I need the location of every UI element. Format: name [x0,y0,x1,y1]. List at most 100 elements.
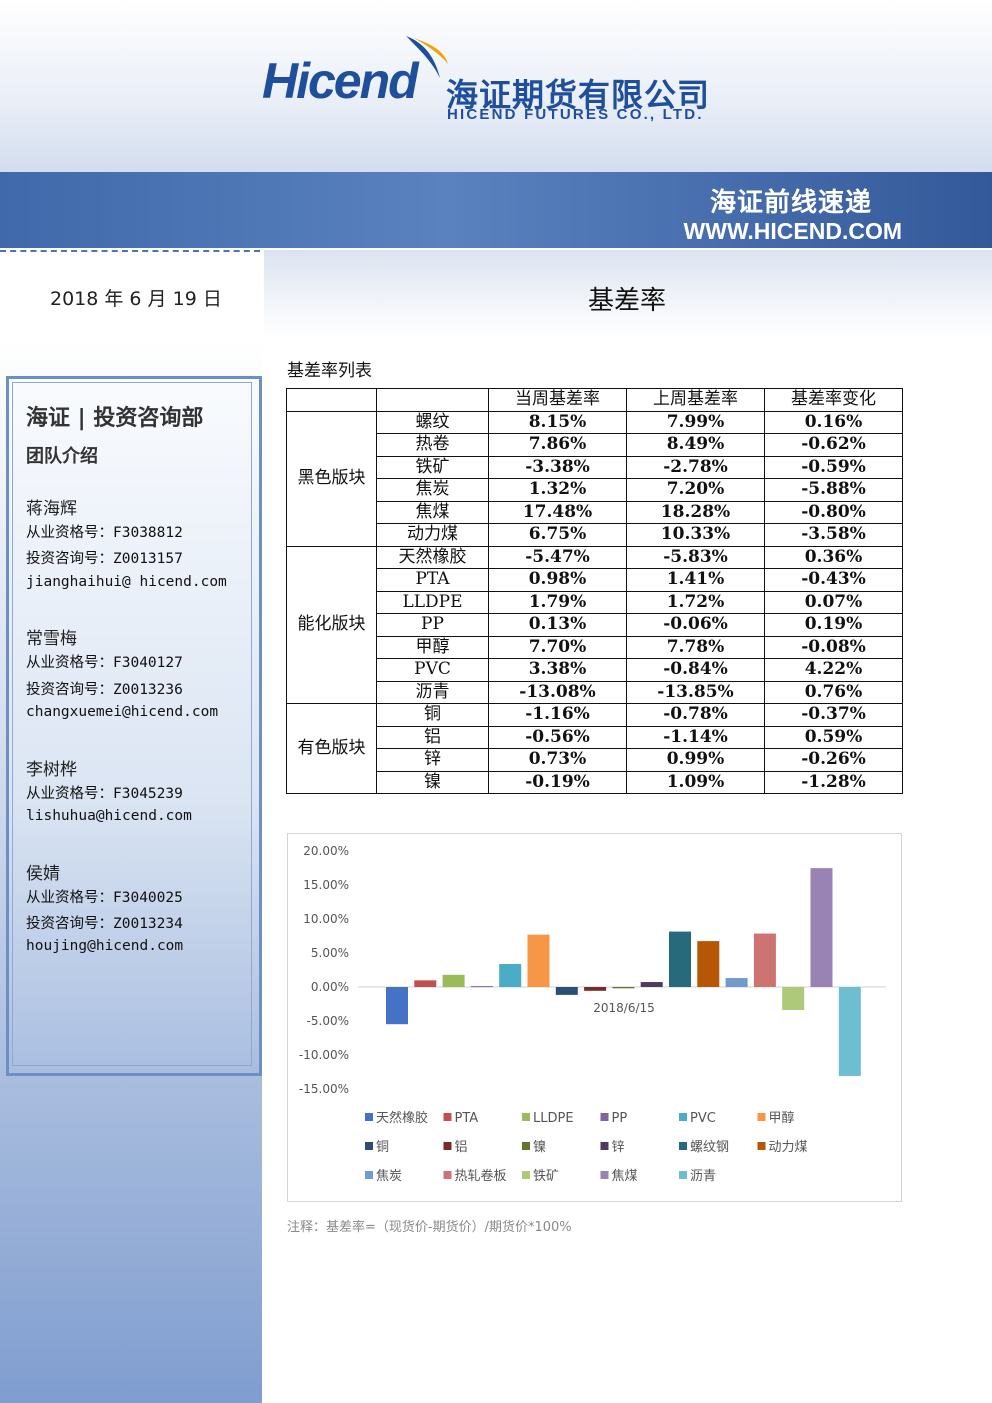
legend-swatch [679,1142,687,1150]
bar-螺纹钢 [669,931,691,987]
value-cell-prev: -2.78% [626,455,765,479]
legend-swatch [522,1142,530,1150]
footnote: 注释：基差率=（现货价-期货价）/期货价*100% [287,1220,572,1235]
table-row: LLDPE 1.79% 1.72% 0.07% [287,590,903,614]
table-row: PTA 0.98% 1.41% -0.43% [287,568,903,592]
table-row: 黑色版块 螺纹 8.15% 7.99% 0.16% [286,410,903,547]
legend-label: 锌 [612,1140,625,1155]
bar-焦炭 [725,978,748,987]
value-cell-prev: 7.78% [626,635,765,659]
value-cell-prev: -0.84% [626,658,765,682]
bar-天然橡胶 [386,987,408,1025]
product-cell: 沥青 [376,680,489,704]
member-cert: 从业资格号：F3040127 [26,655,183,671]
product-cell: PTA [376,568,489,592]
product-cell: 焦煤 [376,500,489,524]
product-cell: 热卷 [376,433,489,457]
table-heading: 基差率列表 [287,361,372,381]
banner-url[interactable]: WWW.HICEND.COM [684,218,902,245]
member-advisory: 投资咨询号：Z0013157 [26,551,183,567]
table-row: 铝 -0.56% -1.14% 0.59% [287,725,903,749]
value-cell-chg: 0.19% [764,613,903,637]
product-cell: 甲醇 [376,635,489,659]
table-row: 能化版块 天然橡胶 -5.47% -5.83% 0.36% [286,545,903,704]
report-date: 2018 年 6 月 19 日 [50,288,222,310]
member-advisory: 投资咨询号：Z0013234 [26,916,183,932]
legend-swatch [679,1171,687,1179]
value-cell-cur: -3.38% [488,455,627,479]
value-cell-chg: 0.76% [764,680,903,704]
bar-铁矿 [782,987,805,1010]
member-name: 李树桦 [26,760,77,780]
value-cell-prev: 7.20% [626,478,765,502]
chart-container: 20.00% 15.00% 10.00% 5.00% 0.00% -5.00% -10.00… [287,833,902,1202]
legend-swatch [443,1142,452,1150]
legend-swatch [443,1171,452,1179]
team-panel-inner-border [12,382,252,1066]
value-cell-chg: -5.88% [764,478,903,502]
legend-swatch [757,1113,766,1121]
value-cell-prev: 0.99% [626,748,765,772]
member-email[interactable]: houjing@hicend.com [26,938,183,954]
department-name: 海证 | 投资咨询部 [26,406,204,431]
value-cell-cur: -5.47% [488,545,627,569]
value-cell-cur: 0.13% [488,613,627,637]
product-cell: 螺纹 [376,410,489,434]
value-cell-chg: -0.62% [764,433,903,457]
member-name: 常雪梅 [26,629,77,649]
member-email[interactable]: jianghaihui@ hicend.com [26,574,227,590]
value-cell-prev: 10.33% [626,523,765,547]
table-body: 黑色版块 螺纹 8.15% 7.99% 0.16% 热卷 7.86% 8.49% -0.62% 铁… [286,410,903,794]
product-cell: PVC [376,658,489,682]
value-cell-prev: 18.28% [626,500,765,524]
member-cert: 从业资格号：F3040025 [26,890,183,906]
table-row: 铁矿 -3.38% -2.78% -0.59% [287,455,903,479]
product-cell: LLDPE [376,590,489,614]
bar-锌 [640,982,663,987]
value-cell-chg: 0.07% [764,590,903,614]
column-header: 上周基差率 [626,388,765,412]
value-cell-chg: -0.43% [764,568,903,592]
table-row: PVC 3.38% -0.84% 4.22% [287,658,903,682]
legend-label: 甲醇 [769,1110,795,1126]
basis-rate-table: 当周基差率 上周基差率 基差率变化 黑色版块 螺纹 8.15% 7.99% 0.16% 热… [286,388,903,794]
y-tick-label: -15.00% [299,1082,349,1096]
product-cell: 镍 [376,770,489,794]
y-tick-label: 20.00% [303,844,349,858]
sector-cell: 能化版块 [286,545,377,704]
logo-wordmark: Hicend [262,53,419,109]
table-row: 有色版块铜 -1.16% -0.78% -0.37% [286,703,903,794]
product-cell: 铜 [376,703,489,727]
header-blank [286,388,377,412]
value-cell-chg: 4.22% [764,658,903,682]
y-tick-label: 5.00% [311,946,349,960]
member-email[interactable]: changxuemei@hicend.com [26,704,218,720]
bar-镍 [612,987,635,989]
basis-rate-bar-chart: 20.00% 15.00% 10.00% 5.00% 0.00% -5.00% -10.00… [299,844,886,1184]
product-cell: 焦炭 [376,478,489,502]
value-cell-prev: -1.14% [626,725,765,749]
legend-swatch [365,1113,373,1121]
legend-label: 铜 [376,1140,389,1155]
legend-swatch [365,1142,373,1150]
value-cell-chg: -3.58% [764,523,903,547]
product-cell: 天然橡胶 [376,545,489,569]
legend-label: PTA [455,1111,479,1126]
member-email[interactable]: lishuhua@hicend.com [26,808,192,824]
value-cell-cur: -13.08% [488,680,627,704]
table-row: 热卷 7.86% 8.49% -0.62% [287,433,903,457]
table-row: 焦炭 1.32% 7.20% -5.88% [287,478,903,502]
member-cert: 从业资格号：F3038812 [26,525,183,541]
member-cert: 从业资格号：F3045239 [26,786,183,802]
legend-swatch [522,1171,530,1179]
bar-铜 [555,987,578,995]
bar-铝 [584,987,607,991]
value-cell-chg: -0.26% [764,748,903,772]
value-cell-prev: 1.72% [626,590,765,614]
table-row: 镍 -0.19% 1.09% -1.28% [287,770,903,794]
value-cell-chg: -0.37% [764,703,903,727]
value-cell-prev: 1.41% [626,568,765,592]
product-cell: PP [376,613,489,637]
value-cell-cur: 8.15% [488,410,627,434]
product-cell: 铝 [376,725,489,749]
